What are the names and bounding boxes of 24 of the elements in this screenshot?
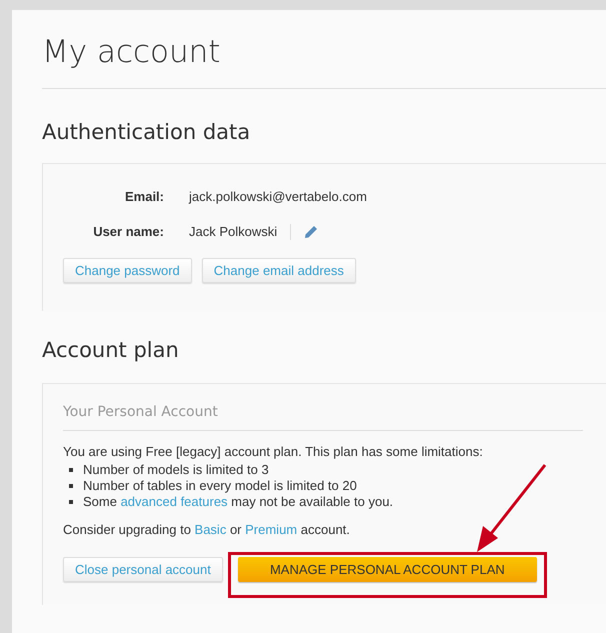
plan-description: You are using Free [legacy] account plan. This plan has some limitations: [63, 443, 484, 460]
bullet-icon [69, 468, 73, 472]
limitation-text: Number of models is limited to 3 [83, 461, 269, 480]
field-value: jack.polkowski@vertabelo.com [189, 188, 367, 206]
field-value: Jack Polkowski [189, 222, 278, 241]
close-account-button[interactable]: Close personal account [63, 557, 223, 582]
pencil-icon[interactable] [303, 224, 320, 240]
section-heading: Account plan [42, 337, 180, 364]
field-label: Email: [124, 188, 164, 206]
section-heading: Authentication data [42, 119, 252, 146]
limitation-text: Number of tables in every model is limited to 20 [83, 477, 357, 496]
text-link[interactable]: Premium [245, 522, 298, 537]
text-link[interactable]: Basic [194, 522, 226, 537]
panel-title: Your Personal Account [63, 402, 583, 431]
limitation-text: Some advanced features may not be available to you. [83, 493, 394, 512]
page-title: My account [42, 33, 222, 72]
secondary-button[interactable]: Change email address [202, 258, 356, 283]
upgrade-text: Consider upgrading to Basic or Premium account. [63, 521, 351, 538]
secondary-button[interactable]: Change password [63, 258, 192, 283]
bullet-icon [69, 484, 73, 488]
bullet-icon [69, 500, 73, 504]
field-label: User name: [92, 222, 164, 241]
text-link[interactable]: advanced features [120, 494, 228, 510]
manage-plan-button[interactable]: MANAGE PERSONAL ACCOUNT PLAN [238, 557, 537, 582]
